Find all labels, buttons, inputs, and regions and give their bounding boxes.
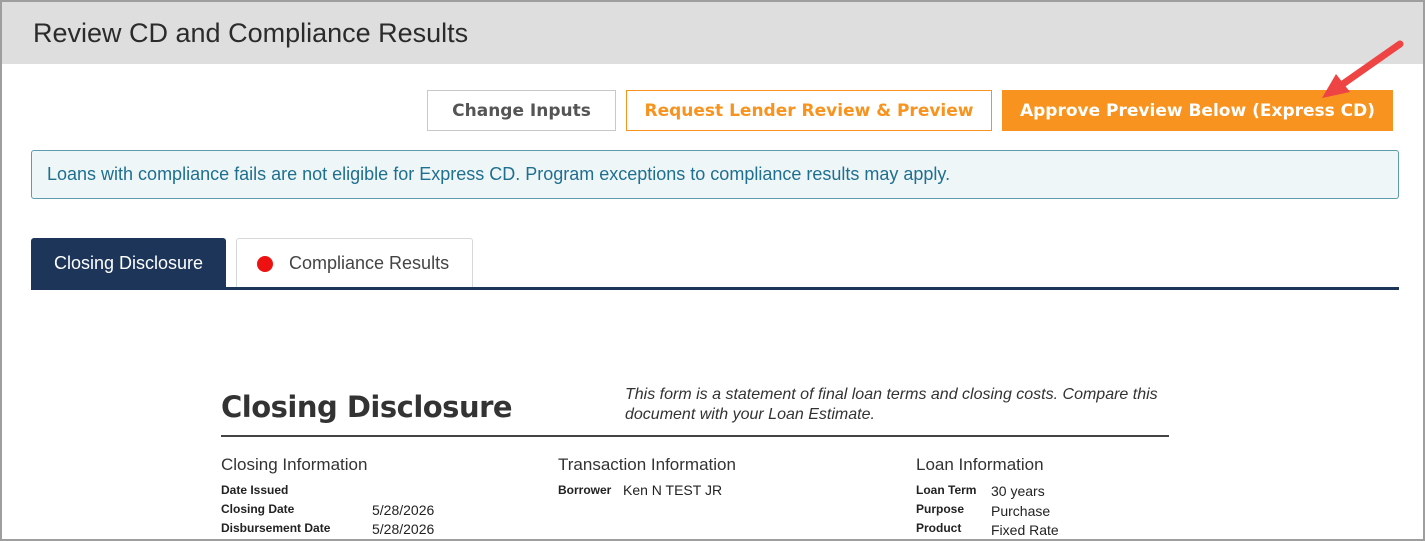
document-divider xyxy=(221,435,1169,437)
loan-info-heading: Loan Information xyxy=(916,455,1044,474)
document-note: This form is a statement of final loan t… xyxy=(625,386,1158,423)
tab-closing-disclosure[interactable]: Closing Disclosure xyxy=(31,238,226,288)
page-title: Review CD and Compliance Results xyxy=(33,18,469,48)
tab-label: Compliance Results xyxy=(289,253,450,273)
product-value: Fixed Rate xyxy=(991,522,1059,538)
closing-date-label: Closing Date xyxy=(221,502,295,516)
loan-term-value: 30 years xyxy=(991,483,1045,499)
purpose-value: Purchase xyxy=(991,503,1051,519)
borrower-label: Borrower xyxy=(558,483,612,497)
disbursement-date-label: Disbursement Date xyxy=(221,521,331,535)
alert-text: Loans with compliance fails are not elig… xyxy=(47,164,951,184)
request-lender-review-button[interactable]: Request Lender Review & Preview xyxy=(626,90,992,131)
borrower-value: Ken N TEST JR xyxy=(623,482,723,498)
product-label: Product xyxy=(916,521,962,535)
closing-date-value: 5/28/2026 xyxy=(372,502,435,518)
purpose-label: Purpose xyxy=(916,502,965,516)
compliance-alert: Loans with compliance fails are not elig… xyxy=(31,150,1399,199)
tab-divider xyxy=(31,287,1399,290)
change-inputs-button[interactable]: Change Inputs xyxy=(427,90,616,131)
closing-info-heading: Closing Information xyxy=(221,455,368,474)
tab-compliance-results[interactable]: Compliance Results xyxy=(236,238,473,288)
document-title: Closing Disclosure xyxy=(221,390,513,424)
status-dot-icon xyxy=(257,255,273,272)
review-cd-panel: Review CD and Compliance Results Change … xyxy=(0,0,1425,541)
tab-label: Closing Disclosure xyxy=(53,252,204,273)
date-issued-label: Date Issued xyxy=(221,483,289,497)
panel-header: Review CD and Compliance Results xyxy=(2,2,1423,64)
disbursement-date-value: 5/28/2026 xyxy=(372,521,435,537)
transaction-info-heading: Transaction Information xyxy=(558,455,736,474)
annotation-arrow-icon xyxy=(1322,40,1404,98)
loan-term-label: Loan Term xyxy=(916,483,977,497)
